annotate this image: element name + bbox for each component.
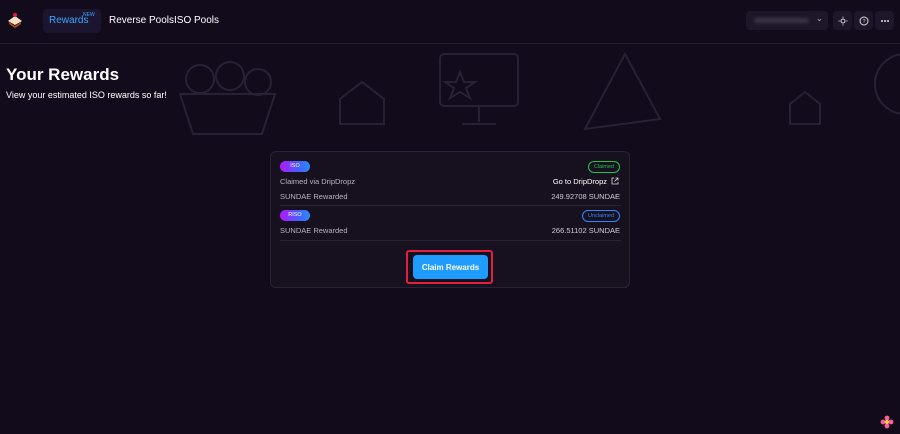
nav-iso-pools[interactable]: ISO Pools <box>174 15 219 26</box>
dripdropz-link[interactable]: Go to DripDropz <box>553 177 607 186</box>
claim-rewards-button[interactable]: Claim Rewards <box>413 255 488 279</box>
page-title: Your Rewards <box>6 65 120 84</box>
amount-label: SUNDAE Rewarded <box>280 192 348 201</box>
more-icon <box>880 19 889 22</box>
svg-text:?: ? <box>862 19 865 25</box>
wallet-button[interactable]: ⌄ <box>746 11 828 30</box>
sundae-logo-icon[interactable] <box>6 11 24 29</box>
wallet-address-blurred <box>754 18 809 23</box>
riso-pill: RISO <box>280 210 310 221</box>
amount-value: 266.51102 SUNDAE <box>551 226 620 235</box>
status-badge-unclaimed: Unclaimed <box>582 210 620 222</box>
flower-icon <box>880 415 894 429</box>
help-button[interactable]: ? <box>854 11 873 30</box>
divider <box>280 205 621 206</box>
divider <box>280 240 621 241</box>
iso-pill: ISO <box>280 161 310 172</box>
sun-icon <box>838 16 847 25</box>
help-icon: ? <box>859 16 868 25</box>
new-badge: NEW <box>83 12 95 18</box>
amount-value: 249.92708 SUNDAE <box>551 192 620 201</box>
more-menu-button[interactable] <box>875 11 894 30</box>
page-subtitle: View your estimated ISO rewards so far! <box>6 90 167 100</box>
rewards-card: ISO Claimed Claimed via DripDropz Go to … <box>270 151 630 288</box>
external-link-icon[interactable] <box>611 177 619 185</box>
amount-label: SUNDAE Rewarded <box>280 226 348 235</box>
theme-toggle-button[interactable] <box>833 11 852 30</box>
nav-reverse-pools[interactable]: Reverse Pools <box>109 15 174 26</box>
chevron-down-icon: ⌄ <box>816 14 823 23</box>
claimed-via-label: Claimed via DripDropz <box>280 177 356 186</box>
top-bar: Rewards NEW Reverse Pools ISO Pools ⌄ ? <box>0 0 900 44</box>
status-badge-claimed: Claimed <box>587 161 620 173</box>
